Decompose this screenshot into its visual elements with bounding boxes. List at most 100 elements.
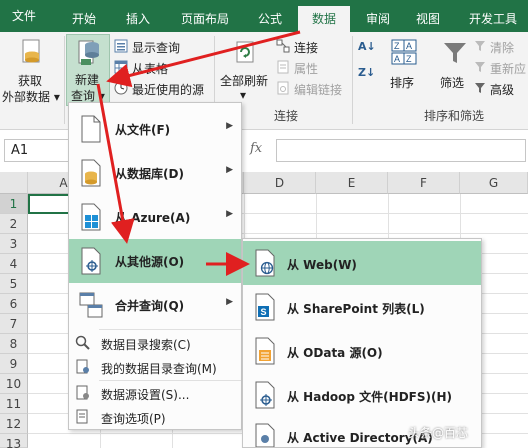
azure-icon bbox=[81, 203, 101, 231]
advanced-button[interactable]: 高级 bbox=[474, 80, 528, 98]
show-queries-button[interactable]: 显示查询 bbox=[114, 38, 204, 56]
chevron-right-icon: ▶ bbox=[226, 253, 233, 263]
source-settings-icon bbox=[76, 385, 89, 400]
other-sources-submenu: 从 Web(W) S 从 SharePoint 列表(L) 从 OData 源(… bbox=[242, 238, 482, 448]
row-header[interactable]: 6 bbox=[0, 294, 28, 314]
svg-text:A: A bbox=[394, 54, 400, 64]
advanced-label: 高级 bbox=[490, 83, 515, 97]
edit-links-button: 编辑链接 bbox=[276, 80, 356, 98]
group-label-sort-filter: 排序和筛选 bbox=[424, 109, 485, 123]
row-header[interactable]: 12 bbox=[0, 414, 28, 434]
tab-file[interactable]: 文件 bbox=[2, 0, 46, 32]
sort-button[interactable]: Z A A Z 排序 bbox=[384, 36, 424, 102]
query-options-icon bbox=[76, 409, 88, 424]
menu-item-from-other-sources[interactable]: 从其他源(O) ▶ bbox=[69, 239, 241, 283]
menu-item-combine-queries[interactable]: 合并查询(Q) ▶ bbox=[69, 283, 241, 327]
edit-links-icon bbox=[277, 81, 289, 95]
row-header[interactable]: 10 bbox=[0, 374, 28, 394]
row-header[interactable]: 5 bbox=[0, 274, 28, 294]
tab-insert[interactable]: 插入 bbox=[116, 6, 160, 32]
svg-text:Z: Z bbox=[394, 41, 400, 51]
from-table-button[interactable]: 从表格 bbox=[114, 59, 204, 77]
menu-item-my-catalog-queries[interactable]: 我的数据目录查询(M) bbox=[69, 355, 241, 379]
row-header[interactable]: 3 bbox=[0, 234, 28, 254]
table-icon bbox=[114, 60, 128, 74]
svg-text:A: A bbox=[406, 41, 412, 51]
row-header[interactable]: 4 bbox=[0, 254, 28, 274]
web-icon bbox=[255, 249, 275, 277]
fx-icon[interactable]: fx bbox=[250, 141, 262, 156]
menu-item-label: 从数据库(D) bbox=[115, 167, 184, 181]
database-icon bbox=[81, 159, 101, 187]
row-header[interactable]: 1 bbox=[0, 194, 28, 214]
sort-az-button[interactable]: A↓ Z↓ bbox=[356, 40, 378, 90]
svg-text:Z: Z bbox=[406, 54, 412, 64]
active-directory-icon bbox=[255, 423, 275, 447]
menu-item-catalog-search[interactable]: 数据目录搜索(C) bbox=[69, 331, 241, 355]
column-header-e[interactable]: E bbox=[316, 172, 388, 194]
menu-item-label: 查询选项(P) bbox=[101, 412, 166, 426]
tab-view[interactable]: 视图 bbox=[406, 6, 450, 32]
menu-item-label: 从 Hadoop 文件(HDFS)(H) bbox=[287, 390, 452, 404]
sort-az-icon: A↓ bbox=[358, 40, 376, 53]
tab-data[interactable]: 数据 bbox=[298, 6, 350, 32]
ribbon-tab-bar: 文件 开始 插入 页面布局 公式 数据 审阅 视图 开发工具 bbox=[0, 0, 528, 32]
column-header-g[interactable]: G bbox=[460, 172, 528, 194]
chevron-down-icon: ▾ bbox=[240, 88, 247, 102]
get-external-data-label-1: 获取 bbox=[18, 74, 43, 88]
tab-home[interactable]: 开始 bbox=[62, 6, 106, 32]
reapply-icon bbox=[475, 62, 485, 72]
tab-formulas[interactable]: 公式 bbox=[248, 6, 292, 32]
menu-item-label: 从 SharePoint 列表(L) bbox=[287, 302, 425, 316]
ribbon-separator bbox=[352, 36, 353, 124]
row-header[interactable]: 9 bbox=[0, 354, 28, 374]
row-header[interactable]: 13 bbox=[0, 434, 28, 448]
menu-item-data-source-settings[interactable]: 数据源设置(S)... bbox=[69, 381, 241, 405]
row-header[interactable]: 2 bbox=[0, 214, 28, 234]
hadoop-icon bbox=[255, 381, 275, 409]
menu-item-from-hadoop[interactable]: 从 Hadoop 文件(HDFS)(H) bbox=[243, 373, 481, 417]
column-header-f[interactable]: F bbox=[388, 172, 460, 194]
row-header[interactable]: 8 bbox=[0, 334, 28, 354]
connections-button[interactable]: 连接 bbox=[276, 38, 346, 56]
refresh-all-button[interactable]: 全部刷新 ▾ bbox=[216, 36, 274, 102]
new-query-button[interactable]: 新建 查询 ▾ bbox=[66, 34, 110, 106]
from-table-label: 从表格 bbox=[132, 62, 169, 76]
row-header[interactable]: 7 bbox=[0, 314, 28, 334]
menu-item-from-database[interactable]: 从数据库(D) ▶ bbox=[69, 151, 241, 195]
tab-review[interactable]: 审阅 bbox=[356, 6, 400, 32]
formula-input[interactable] bbox=[276, 139, 526, 162]
menu-item-label: 我的数据目录查询(M) bbox=[101, 362, 217, 376]
menu-item-query-options[interactable]: 查询选项(P) bbox=[69, 405, 241, 429]
group-label-connections: 连接 bbox=[274, 109, 299, 123]
tab-page-layout[interactable]: 页面布局 bbox=[170, 6, 240, 32]
filter-button[interactable]: 筛选 bbox=[434, 36, 474, 102]
properties-button: 属性 bbox=[276, 59, 346, 77]
reapply-button: 重新应 bbox=[474, 59, 528, 77]
column-header-d[interactable]: D bbox=[244, 172, 316, 194]
menu-item-from-azure[interactable]: 从 Azure(A) ▶ bbox=[69, 195, 241, 239]
menu-item-from-odata[interactable]: 从 OData 源(O) bbox=[243, 329, 481, 373]
clear-button: 清除 bbox=[474, 38, 528, 56]
menu-item-label: 数据目录搜索(C) bbox=[101, 338, 191, 352]
get-external-data-button[interactable]: 获取 外部数据 ▾ bbox=[2, 36, 62, 104]
file-icon bbox=[81, 115, 101, 143]
new-query-label-1: 新建 bbox=[75, 73, 100, 87]
tab-developer[interactable]: 开发工具 bbox=[460, 6, 526, 32]
recent-sources-button[interactable]: 最近使用的源 bbox=[114, 80, 210, 98]
menu-item-label: 数据源设置(S)... bbox=[101, 388, 190, 402]
filter-icon bbox=[444, 43, 466, 63]
recent-sources-label: 最近使用的源 bbox=[132, 83, 205, 97]
sort-za-icon: Z↓ bbox=[358, 66, 376, 79]
row-header[interactable]: 11 bbox=[0, 394, 28, 414]
reapply-label: 重新应 bbox=[490, 62, 527, 76]
name-box[interactable]: A1 bbox=[4, 139, 76, 162]
menu-item-from-web[interactable]: 从 Web(W) bbox=[243, 241, 481, 285]
menu-item-from-file[interactable]: 从文件(F) ▶ bbox=[69, 107, 241, 151]
get-external-data-label-2: 外部数据 ▾ bbox=[2, 90, 60, 104]
sharepoint-icon: S bbox=[255, 293, 275, 321]
select-all-corner[interactable] bbox=[0, 172, 28, 194]
properties-label: 属性 bbox=[294, 62, 319, 76]
menu-item-label: 从 OData 源(O) bbox=[287, 346, 383, 360]
menu-item-from-sharepoint[interactable]: S 从 SharePoint 列表(L) bbox=[243, 285, 481, 329]
